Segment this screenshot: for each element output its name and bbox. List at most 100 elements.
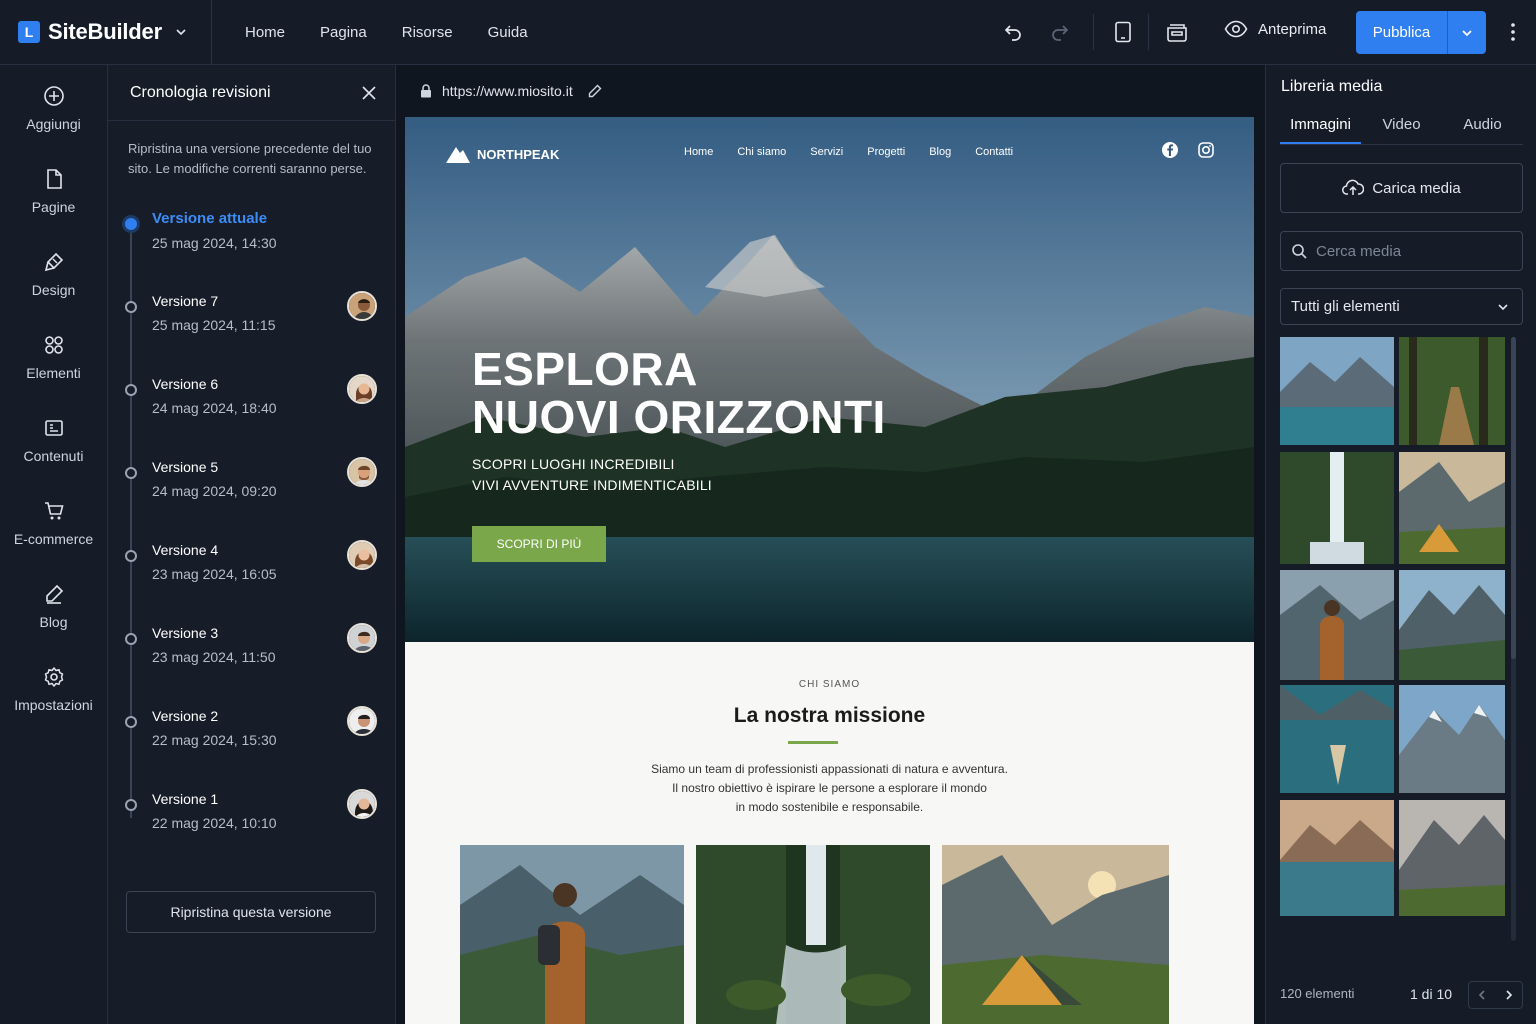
facebook-icon[interactable] (1161, 141, 1179, 159)
edit-pencil-icon[interactable] (587, 83, 603, 99)
version-item[interactable]: Versione 4 23 mag 2024, 16:05 (108, 540, 396, 623)
panel-title: Cronologia revisioni (130, 83, 271, 101)
rail-label: E-commerce (13, 531, 94, 547)
content-icon (44, 420, 63, 436)
media-folder-icon[interactable] (1159, 14, 1195, 50)
publish-button[interactable]: Pubblica (1356, 11, 1447, 54)
media-thumb-valley[interactable] (1399, 570, 1505, 680)
url-bar: https://www.miosito.it (420, 83, 603, 99)
timeline-dot (125, 467, 137, 479)
chevron-left-icon (1479, 990, 1485, 1000)
top-nav-risorse[interactable]: Risorse (385, 24, 471, 41)
about-text-line: Il nostro obiettivo è ispirare le person… (672, 781, 987, 795)
about-text[interactable]: Siamo un team di professionisti appassio… (405, 760, 1254, 817)
rail-item-ecommerce[interactable]: E-commerce (0, 480, 107, 563)
site-menu-home[interactable]: Home (684, 146, 713, 158)
card-tent-image[interactable] (942, 845, 1169, 1024)
app-switcher[interactable]: L SiteBuilder (18, 0, 212, 64)
site-menu-blog[interactable]: Blog (929, 146, 951, 158)
about-divider (788, 741, 838, 744)
hero-title[interactable]: ESPLORA NUOVI ORIZZONTI (472, 345, 886, 441)
version-item-current[interactable]: Versione attuale 25 mag 2024, 14:30 (108, 208, 396, 291)
media-pager (1468, 981, 1523, 1009)
about-text-line: in modo sostenibile e responsabile. (735, 800, 924, 814)
media-scrollbar[interactable] (1511, 337, 1516, 941)
media-thumb-peaks[interactable] (1399, 685, 1505, 793)
revision-history-panel: Cronologia revisioni Ripristina una vers… (108, 65, 396, 1024)
media-filter-select[interactable]: Tutti gli elementi (1280, 288, 1523, 325)
more-menu-icon[interactable] (1503, 20, 1523, 44)
site-preview[interactable]: NORTHPEAK Home Chi siamo Servizi Progett… (405, 117, 1254, 1024)
rail-item-impostazioni[interactable]: Impostazioni (0, 646, 107, 729)
next-page-button[interactable] (1496, 982, 1523, 1008)
tab-audio[interactable]: Audio (1442, 111, 1523, 144)
card-waterfall-image[interactable] (696, 845, 930, 1024)
hero-section[interactable]: NORTHPEAK Home Chi siamo Servizi Progett… (405, 117, 1254, 642)
rail-label: Design (31, 282, 76, 298)
site-menu-progetti[interactable]: Progetti (867, 146, 905, 158)
version-item[interactable]: Versione 6 24 mag 2024, 18:40 (108, 374, 396, 457)
version-item[interactable]: Versione 2 22 mag 2024, 15:30 (108, 706, 396, 789)
version-item[interactable]: Versione 1 22 mag 2024, 10:10 (108, 789, 396, 872)
version-item[interactable]: Versione 5 24 mag 2024, 09:20 (108, 457, 396, 540)
timeline-dot (125, 218, 137, 230)
rail-label: Pagine (31, 199, 76, 215)
top-nav: Home Pagina Risorse Guida (228, 24, 546, 41)
media-thumb-snow-peaks[interactable] (1399, 800, 1505, 916)
rail-item-pagine[interactable]: Pagine (0, 148, 107, 231)
hero-title-line: ESPLORA (472, 343, 698, 395)
media-thumb-reflection[interactable] (1280, 800, 1394, 916)
undo-icon[interactable] (995, 14, 1031, 50)
rail-item-elementi[interactable]: Elementi (0, 314, 107, 397)
instagram-icon[interactable] (1197, 141, 1215, 159)
hero-cta-button[interactable]: SCOPRI DI PIÙ (472, 526, 606, 562)
author-avatar (347, 457, 377, 487)
hero-subtitle[interactable]: SCOPRI LUOGHI INCREDIBILI VIVI AVVENTURE… (472, 454, 712, 496)
preview-button[interactable]: Anteprima (1224, 20, 1326, 38)
about-eyebrow[interactable]: CHI SIAMO (405, 679, 1254, 690)
tab-immagini[interactable]: Immagini (1280, 111, 1361, 144)
site-menu-chi-siamo[interactable]: Chi siamo (737, 146, 786, 158)
rail-item-contenuti[interactable]: Contenuti (0, 397, 107, 480)
preview-label: Anteprima (1258, 20, 1327, 38)
media-thumb-waterfall[interactable] (1280, 452, 1394, 564)
media-search-input[interactable] (1316, 242, 1506, 260)
rail-item-design[interactable]: Design (0, 231, 107, 314)
top-nav-guida[interactable]: Guida (471, 24, 546, 41)
media-thumb-hiker[interactable] (1280, 570, 1394, 680)
about-title[interactable]: La nostra missione (405, 704, 1254, 728)
scrollbar-thumb[interactable] (1511, 337, 1516, 659)
version-name: Versione attuale (152, 210, 268, 227)
tablet-view-icon[interactable] (1105, 14, 1141, 50)
media-thumb-mountain-lake[interactable] (1280, 337, 1394, 445)
site-brand[interactable]: NORTHPEAK (445, 144, 559, 164)
tab-video[interactable]: Video (1361, 111, 1442, 144)
card-hiker-image[interactable] (460, 845, 684, 1024)
media-thumb-tent[interactable] (1399, 452, 1505, 564)
upload-media-button[interactable]: Carica media (1280, 163, 1523, 213)
close-icon[interactable] (361, 85, 377, 101)
brush-icon (44, 252, 63, 272)
rail-item-aggiungi[interactable]: Aggiungi (0, 65, 107, 148)
top-nav-home[interactable]: Home (228, 24, 303, 41)
restore-version-button[interactable]: Ripristina questa versione (126, 891, 376, 933)
rail-label: Impostazioni (14, 697, 93, 713)
rail-label: Contenuti (23, 448, 84, 464)
author-avatar (347, 540, 377, 570)
media-thumb-canoe[interactable] (1280, 685, 1394, 793)
version-item[interactable]: Versione 7 25 mag 2024, 11:15 (108, 291, 396, 374)
media-library-panel: Libreria media Immagini Video Audio Cari… (1265, 65, 1536, 1024)
publish-options-button[interactable] (1447, 11, 1486, 54)
timeline-dot (125, 716, 137, 728)
site-menu-servizi[interactable]: Servizi (810, 146, 843, 158)
chevron-right-icon (1506, 990, 1512, 1000)
chevron-down-icon (1498, 303, 1508, 310)
timeline-dot (125, 301, 137, 313)
rail-item-blog[interactable]: Blog (0, 563, 107, 646)
redo-icon[interactable] (1042, 14, 1078, 50)
version-item[interactable]: Versione 3 23 mag 2024, 11:50 (108, 623, 396, 706)
media-thumb-forest-trail[interactable] (1399, 337, 1505, 445)
prev-page-button[interactable] (1469, 982, 1496, 1008)
site-menu-contatti[interactable]: Contatti (975, 146, 1013, 158)
top-nav-pagina[interactable]: Pagina (303, 24, 385, 41)
